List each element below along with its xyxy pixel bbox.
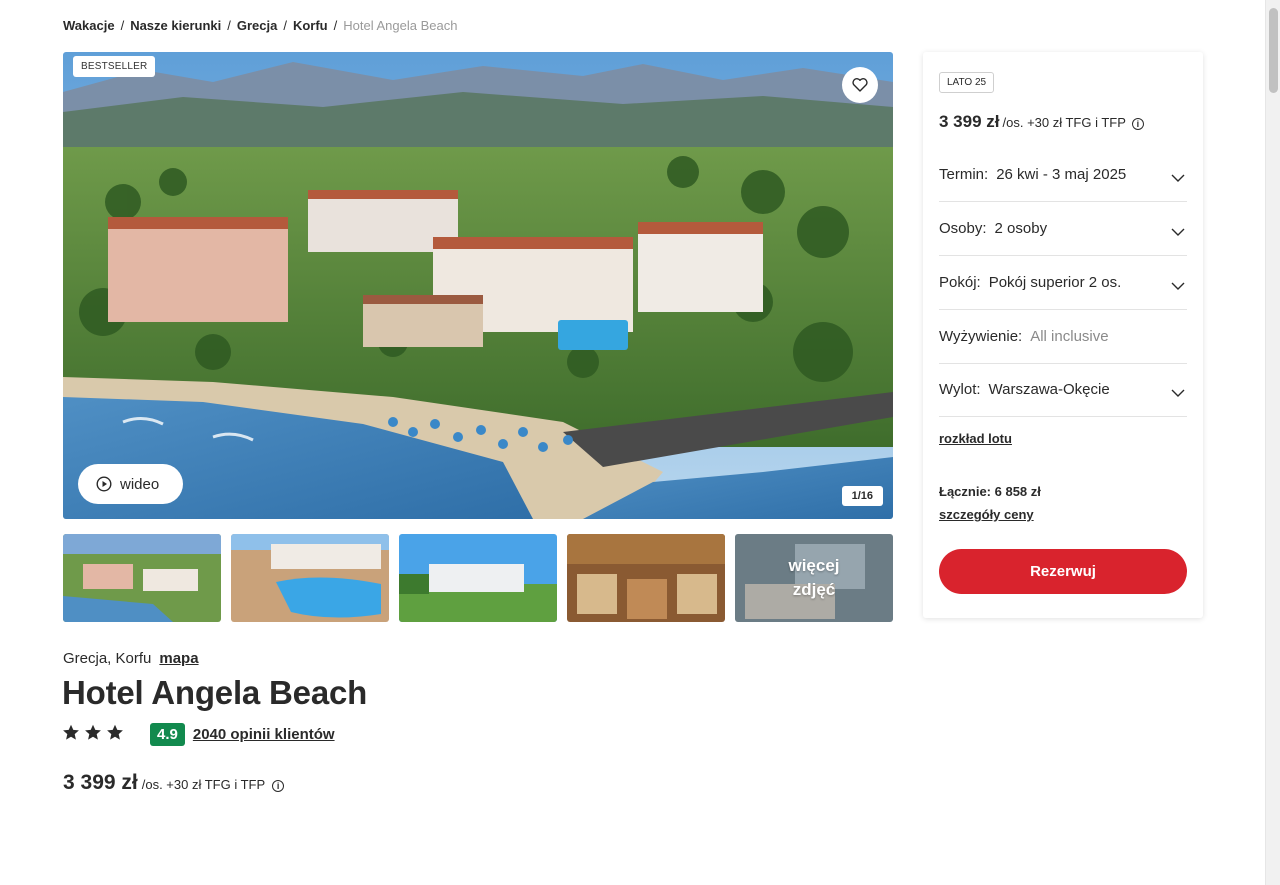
- thumbnail-2[interactable]: [231, 534, 389, 622]
- persons-label: Osoby:: [939, 220, 987, 237]
- more-photos-label: więcej zdjęć: [788, 556, 840, 599]
- rating-row: 4.9 2040 opinii klientów: [62, 723, 335, 746]
- board-value: All inclusive: [1030, 328, 1109, 345]
- breadcrumb-separator: /: [227, 18, 231, 33]
- chevron-down-icon: [1171, 223, 1185, 240]
- hotel-main-photo[interactable]: BESTSELLER wideo 1/16: [63, 52, 893, 519]
- board-info: Wyżywienie: All inclusive: [939, 310, 1187, 364]
- review-score-badge: 4.9: [150, 723, 185, 746]
- flight-schedule-link[interactable]: rozkład lotu: [939, 431, 1012, 446]
- persons-selector[interactable]: Osoby: 2 osoby: [939, 202, 1187, 256]
- video-button-label: wideo: [120, 475, 160, 493]
- date-value: 26 kwi - 3 maj 2025: [996, 166, 1127, 183]
- page-scrollbar[interactable]: [1265, 0, 1280, 885]
- photo-counter: 1/16: [841, 486, 883, 506]
- star-icon: [84, 724, 102, 746]
- breadcrumb-separator: /: [120, 18, 125, 33]
- favorite-button[interactable]: [842, 67, 878, 103]
- info-icon[interactable]: i: [1131, 118, 1144, 130]
- departure-selector[interactable]: Wylot: Warszawa-Okęcie: [939, 363, 1187, 417]
- total-price: Łącznie: 6 858 zł: [939, 484, 1041, 499]
- price-suffix: /os. +30 zł TFG i TFP: [141, 777, 266, 792]
- room-label: Pokój:: [939, 274, 981, 291]
- map-link[interactable]: mapa: [159, 650, 198, 667]
- departure-value: Warszawa-Okęcie: [988, 381, 1110, 398]
- price-details-link[interactable]: szczegóły ceny: [939, 507, 1034, 522]
- thumbnail-4[interactable]: [567, 534, 725, 622]
- breadcrumb-separator: /: [283, 18, 287, 33]
- hotel-location: Grecja, Korfu mapa: [63, 650, 199, 667]
- video-button[interactable]: wideo: [78, 464, 183, 504]
- breadcrumb-separator: /: [333, 18, 338, 33]
- room-value: Pokój superior 2 os.: [988, 274, 1122, 291]
- hotel-title: Hotel Angela Beach: [62, 674, 368, 711]
- thumbnail-strip: więcej zdjęć: [63, 534, 893, 622]
- location-text: Grecja, Korfu: [63, 650, 152, 667]
- chevron-down-icon: [1171, 384, 1185, 401]
- room-selector[interactable]: Pokój: Pokój superior 2 os.: [939, 256, 1187, 310]
- departure-label: Wylot:: [939, 381, 981, 398]
- aerial-resort-illustration: [63, 52, 893, 519]
- date-label: Termin:: [939, 166, 989, 183]
- season-badge: LATO 25: [939, 72, 995, 93]
- breadcrumb-current: Hotel Angela Beach: [343, 18, 458, 33]
- breadcrumb-grecja[interactable]: Grecja: [237, 18, 277, 33]
- persons-value: 2 osoby: [994, 220, 1048, 237]
- breadcrumb: Wakacje / Nasze kierunki / Grecja / Korf…: [63, 18, 457, 33]
- price-amount: 3 399 zł: [63, 771, 138, 794]
- breadcrumb-wakacje[interactable]: Wakacje: [63, 18, 115, 33]
- board-label: Wyżywienie:: [939, 328, 1023, 345]
- play-circle-icon: [96, 476, 112, 492]
- thumbnail-more-photos[interactable]: więcej zdjęć: [735, 534, 893, 622]
- breadcrumb-nasze-kierunki[interactable]: Nasze kierunki: [130, 18, 221, 33]
- booking-panel: LATO 25 3 399 zł /os. +30 zł TFG i TFP i…: [923, 52, 1203, 618]
- thumbnail-3[interactable]: [399, 534, 557, 622]
- star-icon: [62, 724, 80, 746]
- chevron-down-icon: [1171, 277, 1185, 294]
- hotel-price: 3 399 zł /os. +30 zł TFG i TFP i: [63, 771, 285, 795]
- breadcrumb-korfu[interactable]: Korfu: [293, 18, 328, 33]
- panel-price-suffix: /os. +30 zł TFG i TFP: [1002, 115, 1126, 130]
- hotel-stars: [62, 724, 124, 746]
- star-icon: [106, 724, 124, 746]
- scrollbar-thumb[interactable]: [1269, 8, 1278, 93]
- book-button[interactable]: Rezerwuj: [939, 549, 1187, 594]
- heart-icon: [852, 78, 868, 92]
- info-icon[interactable]: i: [272, 780, 285, 792]
- panel-price: 3 399 zł /os. +30 zł TFG i TFP i: [939, 112, 1144, 132]
- panel-price-amount: 3 399 zł: [939, 112, 1000, 131]
- bestseller-badge: BESTSELLER: [73, 56, 156, 77]
- date-selector[interactable]: Termin: 26 kwi - 3 maj 2025: [939, 148, 1187, 202]
- thumbnail-1[interactable]: [63, 534, 221, 622]
- chevron-down-icon: [1171, 169, 1185, 186]
- reviews-link[interactable]: 2040 opinii klientów: [193, 726, 335, 743]
